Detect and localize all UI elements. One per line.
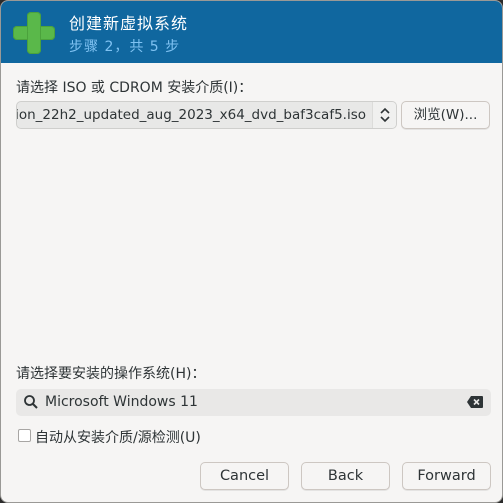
step-indicator: 步骤 2，共 5 步 (69, 39, 181, 55)
browse-button[interactable]: 浏览(W)... (401, 101, 490, 129)
new-vm-dialog: 创建新虚拟系统 步骤 2，共 5 步 请选择 ISO 或 CDROM 安装介质(… (0, 0, 503, 503)
install-media-value: sion_22h2_updated_aug_2023_x64_dvd_baf3c… (16, 107, 366, 123)
os-search-value: Microsoft Windows 11 (45, 394, 198, 410)
auto-detect-label: 自动从安装介质/源检测(U) (35, 430, 201, 446)
dialog-header: 创建新虚拟系统 步骤 2，共 5 步 (1, 1, 502, 63)
plus-icon (13, 12, 55, 54)
install-media-combobox[interactable]: sion_22h2_updated_aug_2023_x64_dvd_baf3c… (16, 101, 397, 129)
search-icon (24, 395, 38, 409)
install-media-label: 请选择 ISO 或 CDROM 安装介质(I)： (16, 80, 253, 96)
up-down-chevron-icon (380, 107, 390, 123)
combobox-toggle[interactable] (372, 102, 396, 128)
clear-icon[interactable] (467, 396, 483, 408)
os-search-input[interactable]: Microsoft Windows 11 (16, 389, 491, 416)
back-button[interactable]: Back (301, 462, 390, 490)
os-selection-label: 请选择要安装的操作系统(H)： (16, 366, 206, 382)
dialog-title: 创建新虚拟系统 (69, 14, 189, 33)
forward-button[interactable]: Forward (402, 462, 491, 490)
checkbox-box[interactable] (18, 429, 31, 442)
cancel-button[interactable]: Cancel (200, 462, 289, 490)
